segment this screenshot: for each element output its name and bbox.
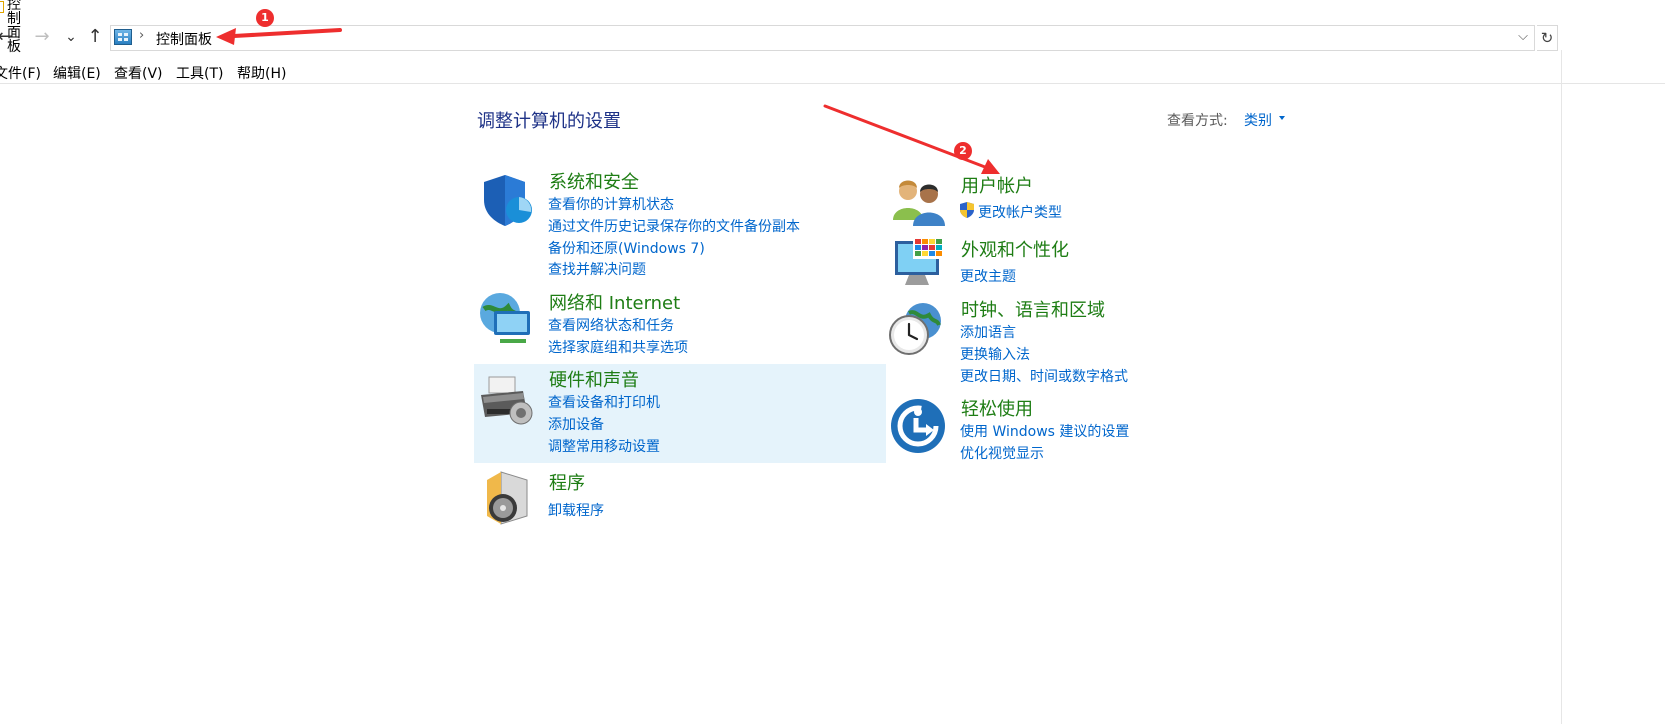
up-button[interactable]: ↑	[84, 26, 106, 48]
menu-help[interactable]: 帮助(H)	[237, 63, 286, 83]
uac-shield-icon	[960, 202, 974, 218]
folder-icon	[0, 1, 4, 13]
monitor-palette-icon[interactable]	[891, 235, 947, 291]
annotation-overlay	[216, 28, 1000, 174]
control-panel-icon	[114, 29, 132, 45]
link-date-time-format[interactable]: 更改日期、时间或数字格式	[960, 366, 1128, 386]
link-change-input-method[interactable]: 更换输入法	[960, 344, 1030, 364]
forward-button[interactable]: →	[31, 26, 53, 48]
shield-icon[interactable]	[479, 172, 535, 228]
link-mobility-settings[interactable]: 调整常用移动设置	[548, 436, 660, 456]
category-hardware-sound[interactable]: 硬件和声音	[549, 366, 639, 392]
menu-tools[interactable]: 工具(T)	[176, 63, 223, 83]
printer-icon[interactable]	[479, 373, 535, 429]
category-user-accounts[interactable]: 用户帐户	[961, 172, 1033, 198]
programs-icon[interactable]	[483, 470, 539, 526]
category-network-internet[interactable]: 网络和 Internet	[549, 289, 680, 315]
link-optimize-display[interactable]: 优化视觉显示	[960, 443, 1044, 463]
users-icon[interactable]	[891, 174, 947, 230]
network-globe-icon[interactable]	[478, 291, 534, 347]
chevron-down-icon[interactable]: ⌵	[1518, 29, 1528, 44]
link-file-history[interactable]: 通过文件历史记录保存你的文件备份副本	[548, 216, 800, 236]
caret-down-icon[interactable]	[1279, 116, 1285, 120]
link-network-status[interactable]: 查看网络状态和任务	[548, 315, 674, 335]
link-change-account-type[interactable]: 更改帐户类型	[978, 202, 1062, 222]
menu-view[interactable]: 查看(V)	[114, 63, 163, 83]
menu-edit[interactable]: 编辑(E)	[53, 63, 101, 83]
back-button[interactable]: ←	[0, 26, 16, 48]
view-by-dropdown[interactable]: 类别	[1244, 110, 1272, 130]
link-devices-printers[interactable]: 查看设备和打印机	[548, 392, 660, 412]
recent-locations-button[interactable]: ⌄	[60, 26, 82, 48]
address-bar[interactable]: › 控制面板 ⌵	[110, 25, 1535, 51]
link-view-computer-status[interactable]: 查看你的计算机状态	[548, 194, 674, 214]
hover-highlight	[474, 364, 886, 463]
category-programs[interactable]: 程序	[549, 469, 585, 495]
link-add-device[interactable]: 添加设备	[548, 414, 604, 434]
clock-globe-icon[interactable]	[889, 301, 945, 357]
page-title: 调整计算机的设置	[477, 111, 621, 132]
link-uninstall-program[interactable]: 卸载程序	[548, 500, 604, 520]
scroll-edge	[1561, 50, 1562, 724]
link-troubleshoot[interactable]: 查找并解决问题	[548, 259, 646, 279]
category-system-security[interactable]: 系统和安全	[549, 168, 639, 194]
link-homegroup[interactable]: 选择家庭组和共享选项	[548, 337, 688, 357]
annotation-badge-2: 2	[954, 142, 972, 160]
view-by-label: 查看方式:	[1167, 113, 1228, 129]
link-add-language[interactable]: 添加语言	[960, 322, 1016, 342]
link-backup-restore[interactable]: 备份和还原(Windows 7)	[548, 238, 705, 258]
category-ease-of-access[interactable]: 轻松使用	[961, 395, 1033, 421]
category-clock-language-region[interactable]: 时钟、语言和区域	[961, 296, 1105, 322]
menu-divider	[0, 83, 1665, 84]
link-change-theme[interactable]: 更改主题	[960, 266, 1016, 286]
menu-file[interactable]: 文件(F)	[0, 63, 41, 83]
ease-of-access-icon[interactable]	[890, 398, 946, 454]
annotation-badge-1: 1	[256, 9, 274, 27]
link-recommended-settings[interactable]: 使用 Windows 建议的设置	[960, 421, 1129, 441]
category-appearance[interactable]: 外观和个性化	[961, 236, 1069, 262]
breadcrumb-separator[interactable]: ›	[139, 28, 144, 43]
refresh-icon[interactable]: ↻	[1537, 25, 1558, 51]
breadcrumb-control-panel[interactable]: 控制面板	[156, 29, 212, 49]
